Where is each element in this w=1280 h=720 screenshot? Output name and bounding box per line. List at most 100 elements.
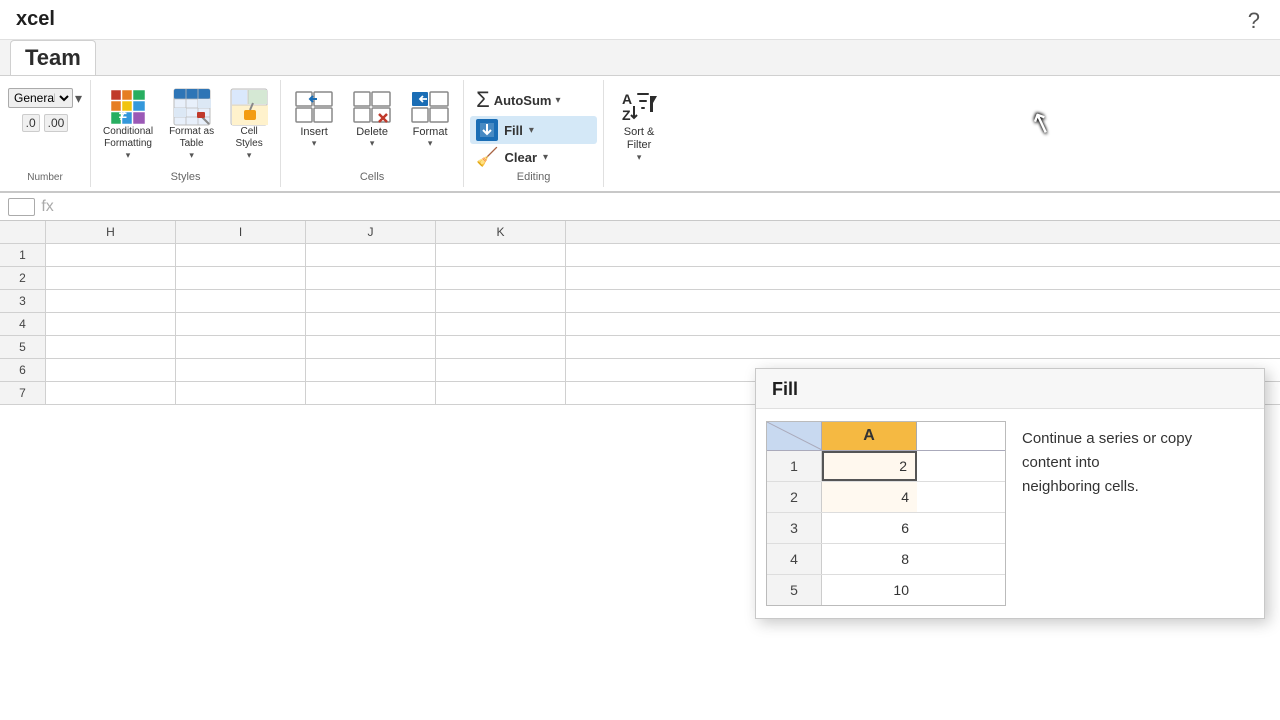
tooltip-body: A 1 2 2 4 3 6 4 8 (756, 409, 1264, 618)
conditional-formatting-label: ConditionalFormatting (103, 126, 153, 150)
grid-cell[interactable] (176, 290, 306, 312)
grid-cell[interactable] (436, 359, 566, 381)
tooltip-row-num: 3 (767, 513, 822, 543)
cell-styles-label: CellStyles (235, 126, 262, 150)
grid-cell[interactable] (46, 244, 176, 266)
title-bar: xcel ? (0, 0, 1280, 40)
row-num: 3 (0, 290, 46, 312)
decimal-btn-2[interactable]: .00 (44, 114, 69, 132)
autosum-sigma-icon: Σ (476, 87, 490, 113)
format-button[interactable]: Format ▾ (403, 84, 457, 153)
tooltip-description: Continue a series or copy content intone… (1006, 421, 1254, 606)
tooltip-cell-value: 2 (822, 451, 917, 481)
conditional-formatting-arrow: ▾ (126, 150, 131, 161)
grid-cell[interactable] (176, 336, 306, 358)
format-as-table-label: Format asTable (169, 126, 214, 150)
conditional-formatting-button[interactable]: ≠ ConditionalFormatting ▾ (97, 84, 159, 165)
decimal-btn-1[interactable]: .0 (22, 114, 40, 132)
cell-reference-box[interactable] (8, 198, 35, 216)
autosum-dropdown-arrow: ▾ (555, 95, 560, 106)
tooltip-col-headers: A (767, 422, 1005, 451)
svg-text:≠: ≠ (119, 107, 127, 123)
format-label: Format (413, 126, 448, 138)
cell-styles-button[interactable]: CellStyles ▾ (224, 84, 274, 165)
tooltip-corner (767, 422, 822, 450)
cell-styles-icon (230, 88, 268, 126)
grid-cell[interactable] (46, 313, 176, 335)
insert-icon (295, 88, 333, 126)
grid-cell[interactable] (436, 313, 566, 335)
sort-filter-arrow: ▾ (637, 152, 642, 163)
grid-cell[interactable] (306, 290, 436, 312)
grid-cell[interactable] (306, 244, 436, 266)
help-icon[interactable]: ? (1248, 8, 1260, 34)
grid-cell[interactable] (436, 267, 566, 289)
svg-text:Z: Z (622, 107, 631, 123)
grid-cell[interactable] (436, 336, 566, 358)
corner-diagonal-icon (767, 422, 822, 450)
row-num: 7 (0, 382, 46, 404)
tooltip-cell-value: 4 (822, 482, 917, 512)
styles-group-label: Styles (171, 171, 201, 183)
grid-cell[interactable] (306, 313, 436, 335)
grid-cell[interactable] (306, 336, 436, 358)
row-num: 6 (0, 359, 46, 381)
editing-group: Σ AutoSum ▾ Fill ▾ 🧹 Clear ▾ Editing (464, 80, 604, 187)
clear-eraser-icon: 🧹 (476, 147, 498, 168)
grid-cell[interactable] (436, 290, 566, 312)
grid-cell[interactable] (176, 313, 306, 335)
number-group-label: Number (27, 170, 63, 183)
grid-cell[interactable] (46, 267, 176, 289)
autosum-button[interactable]: Σ AutoSum ▾ (470, 84, 597, 116)
mouse-cursor-icon: ↖ (1025, 103, 1058, 142)
tooltip-grid-row: 5 10 (767, 575, 1005, 605)
sort-filter-button[interactable]: A Z Sort &Filter ▾ (612, 84, 666, 167)
fill-button[interactable]: Fill ▾ (470, 116, 597, 144)
tooltip-row-num: 2 (767, 482, 822, 512)
insert-button[interactable]: Insert ▾ (287, 84, 341, 153)
grid-cell[interactable] (46, 336, 176, 358)
grid-cell[interactable] (46, 382, 176, 404)
grid-cell[interactable] (176, 359, 306, 381)
table-row: 3 (0, 290, 1280, 313)
clear-label: Clear (505, 150, 538, 165)
corner-header (0, 221, 46, 243)
table-row: 4 (0, 313, 1280, 336)
formula-bar: fx (0, 193, 1280, 221)
tooltip-row-num: 1 (767, 451, 822, 481)
clear-button[interactable]: 🧹 Clear ▾ (470, 144, 597, 171)
grid-cell[interactable] (436, 244, 566, 266)
delete-button[interactable]: Delete ▾ (345, 84, 399, 153)
grid-cell[interactable] (176, 244, 306, 266)
sort-filter-group: A Z Sort &Filter ▾ (604, 80, 674, 187)
tooltip-row-num: 5 (767, 575, 822, 605)
grid-cell[interactable] (176, 382, 306, 404)
col-header-k: K (436, 221, 566, 243)
grid-cell[interactable] (436, 382, 566, 404)
number-format-select[interactable]: General (8, 88, 73, 108)
format-as-table-button[interactable]: Format asTable ▾ (163, 84, 220, 165)
conditional-formatting-icon: ≠ (109, 88, 147, 126)
team-tab[interactable]: Team (10, 40, 96, 75)
grid-cell[interactable] (176, 267, 306, 289)
fill-label: Fill (504, 123, 523, 138)
app-title: xcel (16, 8, 55, 31)
format-as-table-icon (173, 88, 211, 126)
grid-cell[interactable] (306, 359, 436, 381)
format-select-arrow[interactable]: ▾ (75, 90, 82, 107)
table-row: 2 (0, 267, 1280, 290)
svg-text:A: A (622, 91, 632, 107)
fill-icon (476, 119, 498, 141)
formula-bar-fx: fx (41, 198, 53, 216)
tab-bar: Team (0, 40, 1280, 76)
autosum-label: AutoSum (494, 93, 552, 108)
grid-cell[interactable] (46, 290, 176, 312)
tooltip-grid: A 1 2 2 4 3 6 4 8 (766, 421, 1006, 606)
grid-cell[interactable] (306, 267, 436, 289)
row-num: 1 (0, 244, 46, 266)
grid-cell[interactable] (306, 382, 436, 404)
tooltip-grid-row: 3 6 (767, 513, 1005, 544)
grid-cell[interactable] (46, 359, 176, 381)
format-as-table-arrow: ▾ (189, 150, 194, 161)
format-icon (411, 88, 449, 126)
